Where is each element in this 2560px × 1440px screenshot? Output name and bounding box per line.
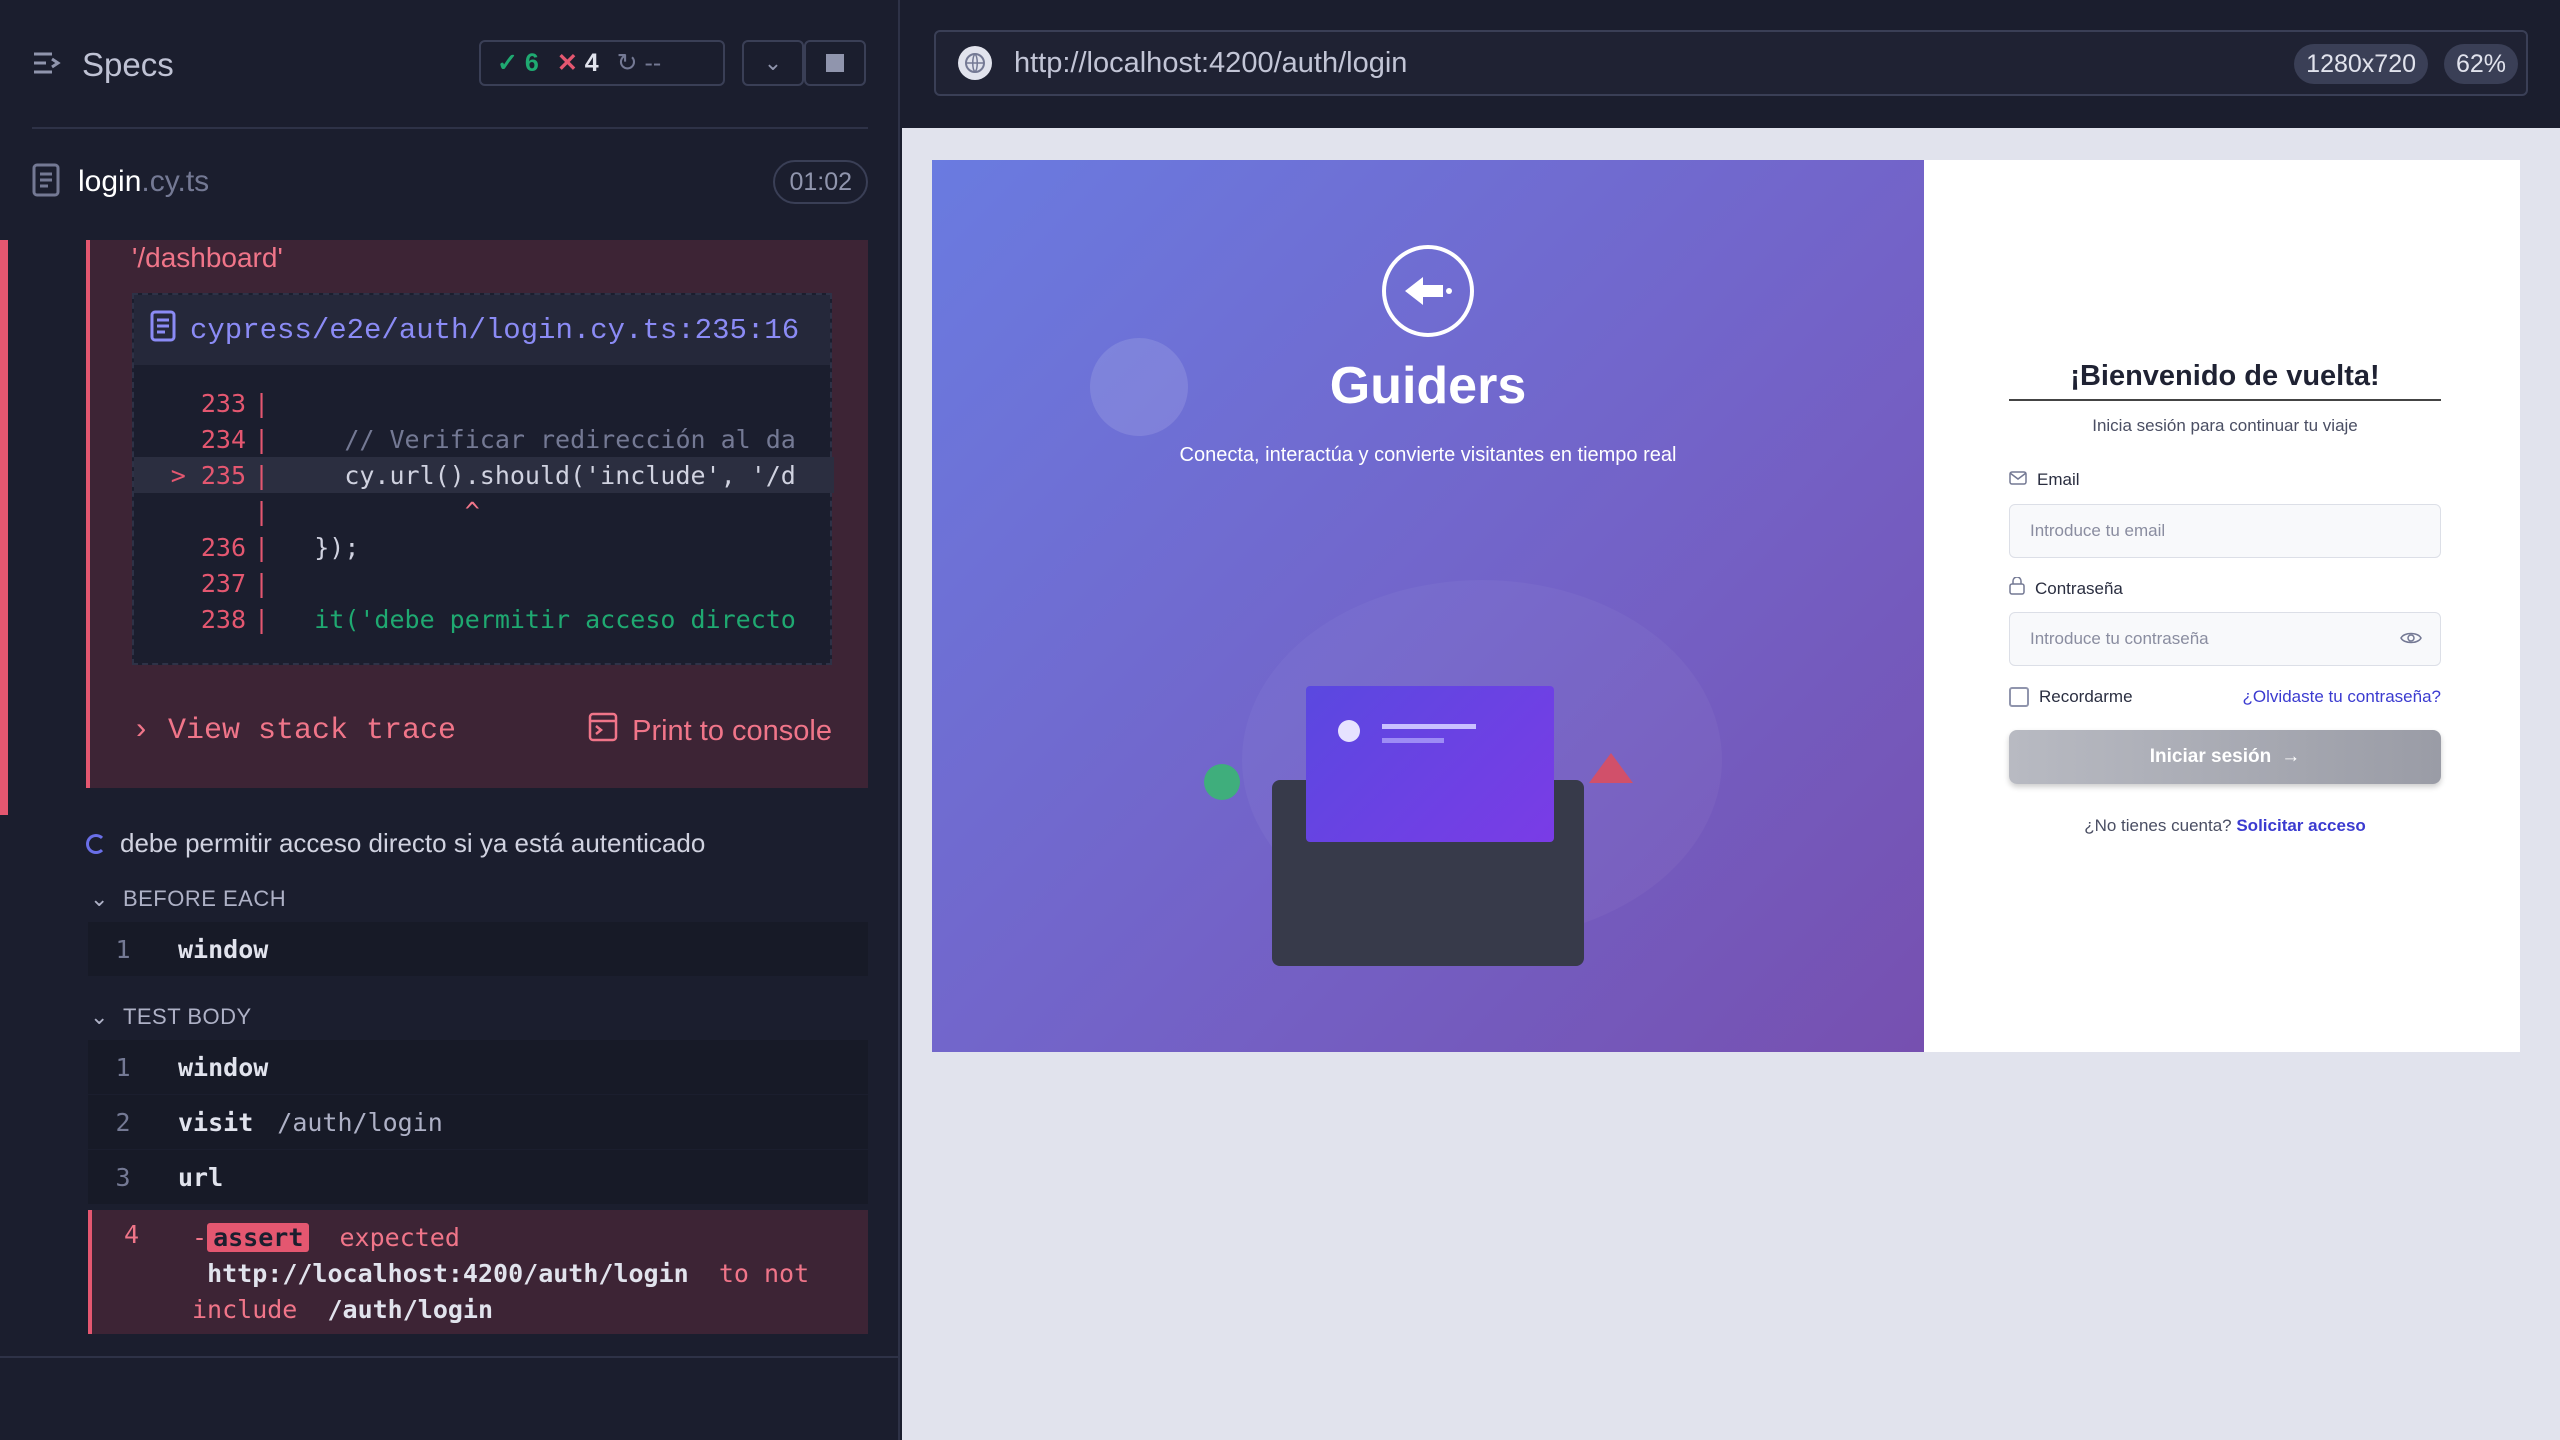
command-row[interactable]: 2 visit/auth/login [88,1095,868,1149]
error-actions: › View stack trace Print to console [132,712,832,750]
console-icon [588,712,618,750]
before-each-header[interactable]: ⌄ BEFORE EACH [90,886,286,912]
failed-assert-command[interactable]: 4 - assert expected http://localhost:4200… [88,1210,868,1334]
code-line: 234 | // Verificar redirección al da [200,424,796,454]
url-text: http://localhost:4200/auth/login [1014,46,1408,79]
login-button[interactable]: Iniciar sesión → [2009,730,2441,784]
test-title-row[interactable]: debe permitir acceso directo si ya está … [86,828,705,859]
code-frame: cypress/e2e/auth/login.cy.ts:235:16 233 |… [132,293,834,665]
mail-icon [2009,470,2027,490]
logo-icon [1382,245,1474,337]
email-field[interactable]: Introduce tu email [2009,504,2441,558]
brand-name: Guiders [1329,357,1527,415]
url-bar[interactable]: http://localhost:4200/auth/login 1280x72… [934,30,2528,96]
specs-button[interactable]: Specs [32,46,174,84]
chevron-down-icon: ⌄ [90,1004,109,1029]
zoom-badge[interactable]: 62% [2443,44,2518,84]
lock-icon [2009,576,2025,600]
command-row[interactable]: 3 url [88,1150,868,1204]
tagline: Conecta, interactúa y convierte visitant… [1179,444,1677,466]
browser-header: http://localhost:4200/auth/login 1280x72… [902,0,2560,128]
passed-count: ✓ 6 [497,49,539,77]
globe-icon [958,46,992,80]
code-line: | ^ [254,496,480,526]
test-body-header[interactable]: ⌄ TEST BODY [90,1004,252,1030]
test-stats: ✓ 6 ✕ 4 ↻ -- [479,40,725,86]
remember-me-checkbox[interactable]: Recordarme [2009,687,2133,707]
code-line: 236 | }); [200,532,360,562]
code-line-highlighted: > 235 | cy.url().should('include', '/d [134,457,834,493]
failed-test-indicator [0,240,8,815]
form-subtitle: Inicia sesión para continuar tu viaje [2092,416,2358,435]
runner-header: Specs ✓ 6 ✕ 4 ↻ -- ⌄ [0,0,898,128]
stop-button[interactable] [804,40,866,86]
assert-badge: assert [207,1223,310,1252]
viewport-size-badge[interactable]: 1280x720 [2294,44,2428,84]
checkbox-icon [2009,687,2029,707]
specs-label: Specs [82,46,174,83]
pending-count: ↻ -- [616,49,662,77]
code-line: 238 | it('debe permitir acceso directo [200,604,796,634]
view-stack-trace-button[interactable]: › View stack trace [132,714,456,748]
chevron-down-icon: ⌄ [90,886,109,911]
divider [32,127,868,129]
app-under-test: Guiders Conecta, interactúa y convierte … [932,160,2520,1052]
email-label: Email [2009,470,2080,490]
hero-panel: Guiders Conecta, interactúa y convierte … [932,160,1924,1052]
form-title: ¡Bienvenido de vuelta! [2009,360,2441,401]
eye-icon[interactable] [2400,629,2422,652]
error-panel: '/dashboard' cypress/e2e/auth/login.cy.t… [86,240,868,788]
forgot-password-link[interactable]: ¿Olvidaste tu contraseña? [2243,687,2441,707]
specs-menu-icon [32,46,62,84]
command-row[interactable]: 1 window [88,1040,868,1094]
app-preview-panel: http://localhost:4200/auth/login 1280x72… [902,0,2560,1440]
file-icon [32,163,60,202]
request-access-link[interactable]: Solicitar acceso [2236,816,2365,835]
chevron-down-icon[interactable]: ⌄ [742,40,804,86]
code-line: 233 | [200,388,285,418]
command-row[interactable]: 1 window [88,922,868,976]
error-message: '/dashboard' [132,242,283,273]
password-label: Contraseña [2009,576,2123,600]
no-account-row: ¿No tienes cuenta? Solicitar acceso [2084,816,2366,835]
code-frame-file-link[interactable]: cypress/e2e/auth/login.cy.ts:235:16 [134,295,830,365]
code-line: 237 | [200,568,285,598]
card-illustration [1306,686,1554,842]
print-to-console-button[interactable]: Print to console [588,712,832,750]
password-field[interactable]: Introduce tu contraseña [2009,612,2441,666]
run-timer: 01:02 [773,160,868,204]
divider [0,1356,898,1358]
command-log-panel: Specs ✓ 6 ✕ 4 ↻ -- ⌄ login.cy.ts 01:02 '… [0,0,900,1440]
failed-count: ✕ 4 [556,49,599,77]
running-spinner-icon [86,833,106,854]
spec-file-row: login.cy.ts 01:02 [32,160,868,204]
file-icon [150,310,176,351]
spec-file-name: login.cy.ts [78,165,210,198]
arrow-right-icon: → [2281,746,2301,767]
